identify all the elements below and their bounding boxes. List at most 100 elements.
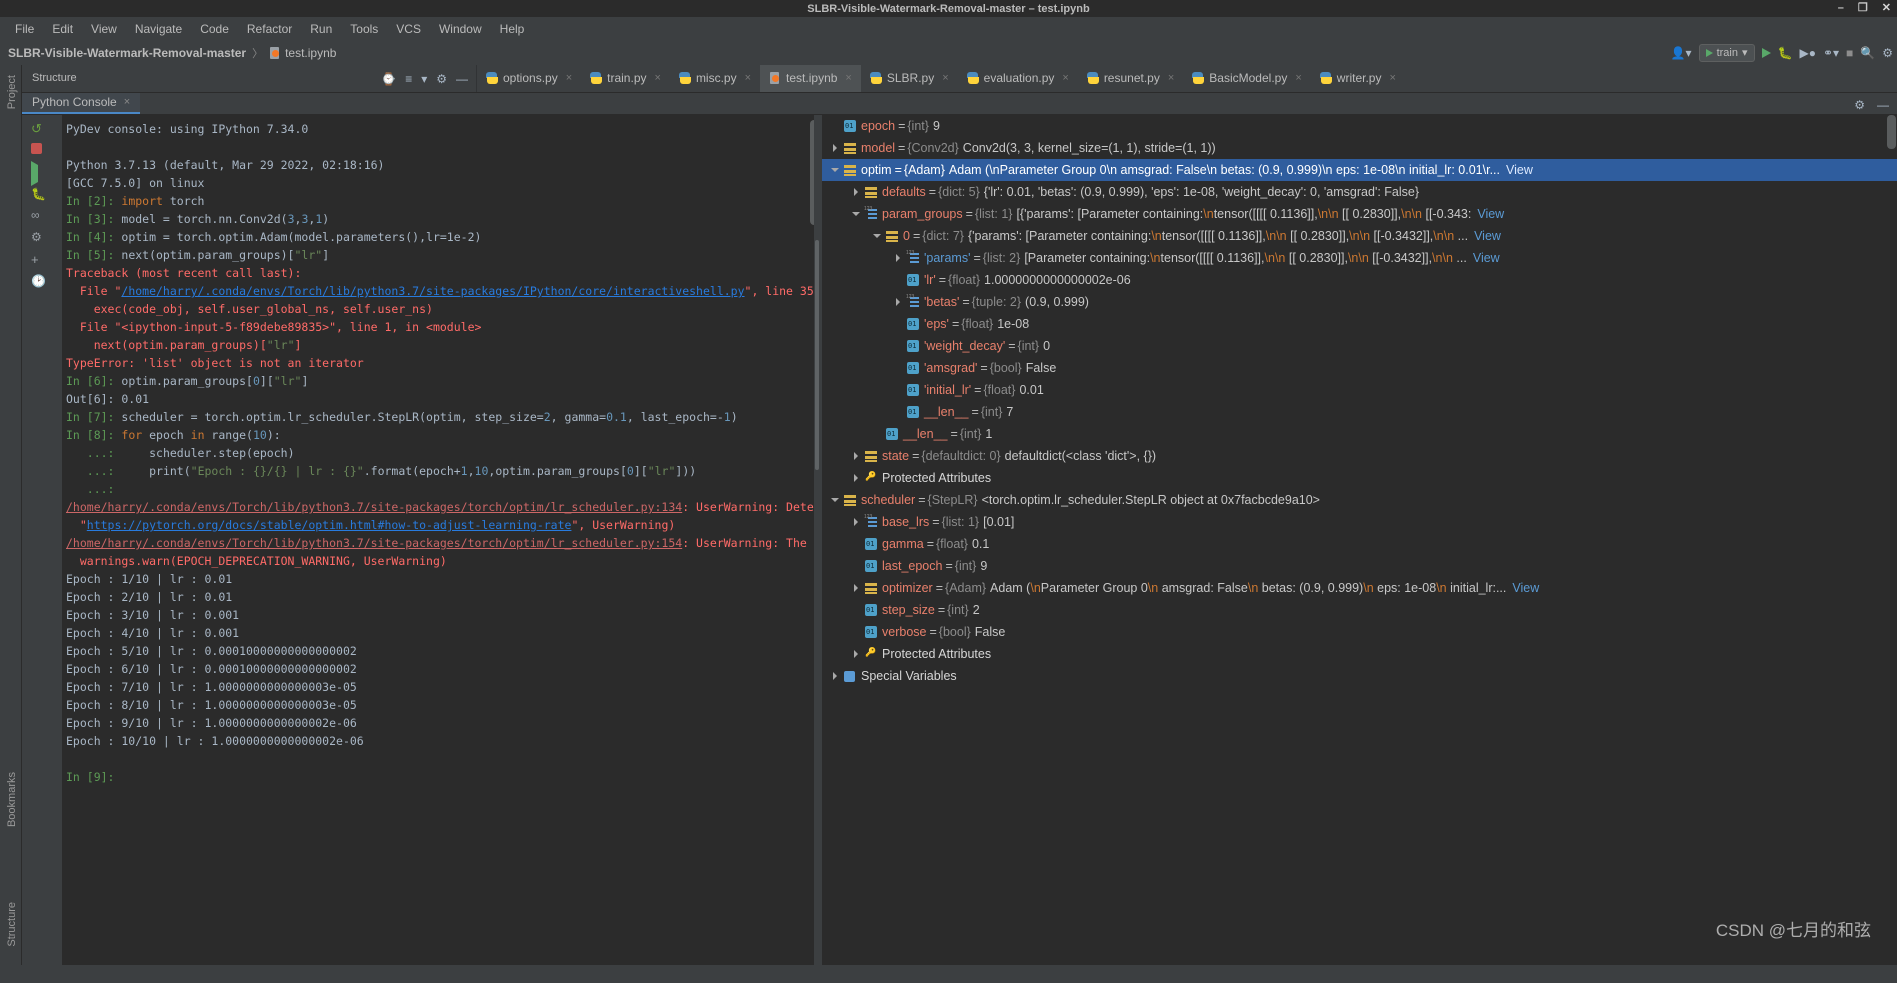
chevron-right-icon[interactable]: [830, 671, 841, 682]
variable-row[interactable]: model = {Conv2d} Conv2d(3, 3, kernel_size=(…: [822, 137, 1897, 159]
settings-icon[interactable]: ⚙: [436, 73, 447, 85]
console-text[interactable]: /home/harry/.conda/envs/Torch/lib/python…: [121, 284, 744, 298]
menu-item-navigate[interactable]: Navigate: [126, 20, 191, 38]
tab-python-console[interactable]: Python Console ×: [22, 93, 141, 114]
chevron-right-icon[interactable]: [851, 517, 862, 528]
chevron-right-icon[interactable]: [851, 583, 862, 594]
close-icon[interactable]: ×: [745, 72, 751, 84]
variable-row[interactable]: step_size={int}2: [822, 599, 1897, 621]
chevron-down-icon[interactable]: [830, 165, 841, 176]
close-icon[interactable]: ×: [1389, 72, 1395, 84]
splitter-thumb[interactable]: [815, 240, 819, 470]
chevron-right-icon[interactable]: [851, 649, 862, 660]
variable-row[interactable]: 'weight_decay'={int}0: [822, 335, 1897, 357]
editor-tab-SLBR-py[interactable]: SLBR.py ×: [861, 65, 958, 92]
coverage-button[interactable]: ▶●: [1799, 47, 1815, 59]
menu-item-view[interactable]: View: [82, 20, 126, 38]
chevron-down-icon[interactable]: ▾: [421, 73, 427, 85]
editor-tab-misc-py[interactable]: misc.py ×: [670, 65, 760, 92]
soft-wrap-icon[interactable]: ∞: [31, 208, 48, 225]
chevron-down-icon[interactable]: [872, 231, 883, 242]
rerun-icon[interactable]: ↺: [31, 121, 48, 138]
console-text[interactable]: https://pytorch.org/docs/stable/optim.ht…: [87, 518, 572, 532]
console-output[interactable]: PyDev console: using IPython 7.34.0 Pyth…: [62, 115, 820, 965]
close-icon[interactable]: ×: [124, 96, 130, 108]
chevron-down-icon[interactable]: [830, 495, 841, 506]
run-configuration-selector[interactable]: train ▾: [1698, 43, 1755, 62]
editor-tab-writer-py[interactable]: writer.py ×: [1311, 65, 1405, 92]
view-value-link[interactable]: View: [1473, 251, 1500, 265]
sidebar-item-project[interactable]: Project: [3, 67, 21, 117]
menu-item-tools[interactable]: Tools: [341, 20, 387, 38]
view-value-link[interactable]: View: [1477, 207, 1504, 221]
menu-item-run[interactable]: Run: [301, 20, 341, 38]
sidebar-item-structure[interactable]: Structure: [3, 894, 21, 955]
editor-tab-train-py[interactable]: train.py ×: [581, 65, 670, 92]
menu-item-refactor[interactable]: Refactor: [238, 20, 301, 38]
variable-row[interactable]: 'params'={list: 2}[Parameter containing:…: [822, 247, 1897, 269]
execute-icon[interactable]: [31, 161, 48, 186]
variable-row[interactable]: base_lrs={list: 1}[0.01]: [822, 511, 1897, 533]
console-text[interactable]: /home/harry/.conda/envs/Torch/lib/python…: [66, 500, 682, 514]
chevron-down-icon[interactable]: [851, 209, 862, 220]
menu-item-vcs[interactable]: VCS: [387, 20, 430, 38]
settings-icon[interactable]: ⚙: [31, 230, 48, 247]
console-text[interactable]: /home/harry/.conda/envs/Torch/lib/python…: [66, 536, 682, 550]
variable-row[interactable]: optimizer = {Adam} Adam (\nParameter Group …: [822, 577, 1897, 599]
variable-row[interactable]: 'betas'={tuple: 2}(0.9, 0.999): [822, 291, 1897, 313]
history-icon[interactable]: ⌚: [381, 73, 396, 85]
breadcrumb-file[interactable]: test.ipynb: [285, 46, 336, 60]
variable-row[interactable]: 'initial_lr'={float}0.01: [822, 379, 1897, 401]
menu-item-code[interactable]: Code: [191, 20, 238, 38]
menu-item-file[interactable]: File: [6, 20, 43, 38]
close-icon[interactable]: ×: [845, 72, 851, 84]
debug-button[interactable]: 🐛: [1778, 47, 1793, 59]
chevron-right-icon[interactable]: [830, 143, 841, 154]
editor-tab-evaluation-py[interactable]: evaluation.py ×: [958, 65, 1078, 92]
variable-row[interactable]: epoch={int}9: [822, 115, 1897, 137]
run-button[interactable]: [1761, 47, 1771, 58]
menu-item-window[interactable]: Window: [430, 20, 491, 38]
view-value-link[interactable]: View: [1512, 581, 1539, 595]
variable-row[interactable]: Protected Attributes: [822, 467, 1897, 489]
gear-icon[interactable]: ⚙: [1882, 47, 1893, 59]
editor-tab-resunet-py[interactable]: resunet.py ×: [1078, 65, 1183, 92]
search-icon[interactable]: 🔍: [1860, 47, 1875, 59]
hide-icon[interactable]: —: [456, 73, 468, 85]
menu-item-help[interactable]: Help: [491, 20, 534, 38]
sidebar-item-bookmarks[interactable]: Bookmarks: [3, 764, 21, 835]
editor-tab-options-py[interactable]: options.py ×: [477, 65, 581, 92]
variable-row[interactable]: scheduler = {StepLR} <torch.optim.lr_schedu…: [822, 489, 1897, 511]
close-icon[interactable]: ×: [566, 72, 572, 84]
stop-icon[interactable]: [31, 143, 42, 154]
close-icon[interactable]: ×: [1168, 72, 1174, 84]
view-value-link[interactable]: View: [1506, 163, 1533, 177]
variables-scrollbar[interactable]: [1887, 115, 1896, 149]
chevron-right-icon[interactable]: [893, 253, 904, 264]
variable-row[interactable]: Special Variables: [822, 665, 1897, 687]
console-variables-splitter[interactable]: [814, 115, 820, 965]
variable-row[interactable]: __len__={int}7: [822, 401, 1897, 423]
variable-row[interactable]: state = {defaultdict: 0} defaultdict(<class…: [822, 445, 1897, 467]
chevron-right-icon[interactable]: [851, 473, 862, 484]
variable-row[interactable]: optim = {Adam} Adam (\nParameter Group 0\n …: [822, 159, 1897, 181]
variable-row[interactable]: Protected Attributes: [822, 643, 1897, 665]
view-value-link[interactable]: View: [1474, 229, 1501, 243]
breadcrumb-project[interactable]: SLBR-Visible-Watermark-Removal-master: [8, 46, 246, 60]
close-icon[interactable]: ×: [1062, 72, 1068, 84]
variables-pane[interactable]: epoch={int}9model={Conv2d}Conv2d(3, 3, k…: [822, 115, 1897, 965]
menu-item-edit[interactable]: Edit: [43, 20, 82, 38]
close-button[interactable]: ✕: [1882, 3, 1891, 14]
variable-row[interactable]: 'amsgrad'={bool}False: [822, 357, 1897, 379]
profile-button[interactable]: ⚭▾: [1823, 47, 1839, 59]
editor-tab-test-ipynb[interactable]: test.ipynb ×: [760, 65, 861, 92]
chevron-right-icon[interactable]: [893, 297, 904, 308]
collapse-all-icon[interactable]: ≡: [405, 73, 412, 85]
variable-row[interactable]: last_epoch={int}9: [822, 555, 1897, 577]
history-icon[interactable]: 🕑: [31, 274, 48, 291]
maximize-button[interactable]: ❐: [1858, 3, 1868, 14]
add-icon[interactable]: +: [31, 252, 48, 269]
variable-row[interactable]: verbose={bool}False: [822, 621, 1897, 643]
variable-row[interactable]: __len__={int}1: [822, 423, 1897, 445]
settings-icon[interactable]: ⚙: [1854, 99, 1865, 111]
